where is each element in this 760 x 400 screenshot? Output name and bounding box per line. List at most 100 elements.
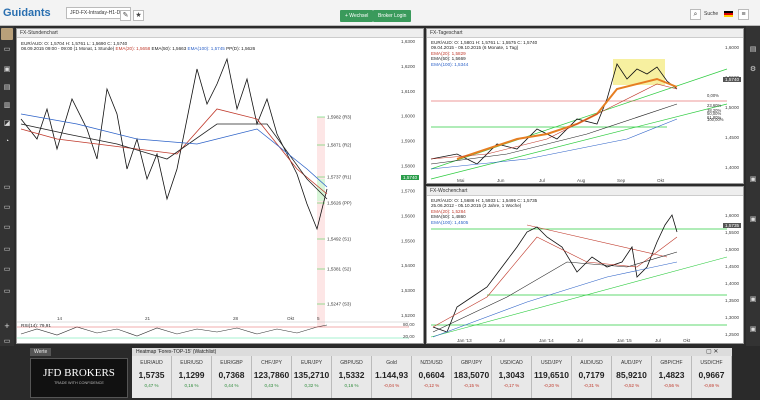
watchlist-tab[interactable]: Werte	[30, 348, 52, 356]
watchlist-item[interactable]: GBP/CHF 1,4823 -0,56 %	[652, 356, 692, 398]
window-right-2-icon[interactable]: ▣	[748, 216, 758, 224]
x-tick: 14	[57, 316, 63, 321]
watchlist-item[interactable]: EUR/USD 1,1299 0,16 %	[172, 356, 212, 398]
symbol-price: 0,7179	[578, 370, 605, 380]
ema100-line	[20, 113, 328, 188]
x-tick: Jan '13	[457, 338, 472, 343]
hourly-chart-panel: FX-Stundenchart EUR/AUD: O: 1,5704 H: 1,…	[16, 28, 424, 344]
screen-4-icon[interactable]: ▭	[2, 246, 12, 254]
watchlist-item[interactable]: EUR/AUD 1,5735 0,47 %	[132, 356, 172, 398]
jfd-banner[interactable]: JFD BROKERS TRADE WITH CONFIDENCE	[30, 358, 128, 398]
screen-3-icon[interactable]: ▭	[2, 224, 12, 232]
add-icon[interactable]: +	[2, 322, 12, 331]
y-tick: 1,5900	[401, 139, 415, 144]
search-label[interactable]: Suche	[704, 11, 718, 17]
doc-icon[interactable]: ▤	[2, 84, 12, 92]
watchlist-item[interactable]: GBP/USD 1,5332 0,16 %	[332, 356, 372, 398]
screen-icon[interactable]: ▭	[2, 184, 12, 192]
rsi-tick-80: 80,00	[403, 322, 415, 327]
heatmap-row: EUR/AUD 1,5735 0,47 % EUR/USD 1,1299 0,16 % EU…	[132, 356, 732, 398]
x-axis: Mai Jun Jul Aug Sep Okt	[457, 178, 665, 183]
y-tick: 1,3500	[725, 298, 739, 303]
watchlist-item[interactable]: USD/JPY 119,6510 -0,20 %	[532, 356, 572, 398]
symbol-name: GBP/CHF	[660, 360, 683, 366]
screen-2-icon[interactable]: ▭	[2, 204, 12, 212]
symbol-price: 119,6510	[534, 370, 569, 380]
daily-chart-panel: FX-Tageschart EUR/AUD: O: 1,5801 H: 1,57…	[426, 28, 744, 184]
add-workspace-button[interactable]: + Wechsel	[340, 10, 374, 22]
ema20-line	[20, 108, 328, 195]
price-tag: 1,5740	[723, 77, 742, 82]
window-right-4-icon[interactable]: ▣	[748, 326, 758, 334]
symbol-change: -0,15 %	[463, 383, 480, 388]
consolidation-box	[613, 59, 665, 85]
screen-5-icon[interactable]: ▭	[2, 266, 12, 274]
settings-icon[interactable]: ⚙	[748, 66, 758, 74]
x-tick: Okt	[683, 338, 691, 343]
monitor-icon[interactable]: ▭	[2, 46, 12, 54]
guidants-logo[interactable]: Guidants	[3, 7, 51, 19]
y-axis: 1,6000 1,5500 1,5000 1,4500 1,4000 1,3500 1,30…	[725, 213, 739, 337]
symbol-price: 1.144,93	[374, 370, 409, 380]
flag-de-icon[interactable]	[724, 11, 733, 17]
screen-7-icon[interactable]: ▭	[2, 338, 12, 346]
watchlist-item[interactable]: GBP/JPY 183,5070 -0,15 %	[452, 356, 492, 398]
search-icon[interactable]: ⌕	[690, 9, 701, 20]
x-tick: Jan '15	[617, 338, 632, 343]
pivot-level-label: 1,5381 (S2)	[327, 267, 351, 272]
weekly-price-chart[interactable]: 1,6000 1,5500 1,5000 1,4500 1,4000 1,3500 1,30…	[427, 187, 745, 345]
watchlist-area: Werte JFD BROKERS TRADE WITH CONFIDENCE …	[0, 346, 760, 400]
symbol-price: 1,5332	[338, 370, 365, 380]
symbol-change: -0,20 %	[543, 383, 560, 388]
symbol-price: 1,1299	[178, 370, 205, 380]
x-tick: 28	[233, 316, 239, 321]
top-toolbar: Guidants JFD-FX-Intraday-H1-D-W ✎ ★ + We…	[0, 0, 760, 26]
watchlist-item[interactable]: AUD/USD 0,7179 -0,31 %	[572, 356, 612, 398]
symbol-change: 0,32 %	[304, 383, 319, 388]
price-tag: 1,5735	[723, 223, 742, 228]
pivot-level-label: 1,5492 (S1)	[327, 237, 351, 242]
y-tick: 1,4500	[725, 135, 739, 140]
pivot-level-label: 1,5871 (R2)	[327, 143, 352, 148]
watchlist-item[interactable]: EUR/JPY 135,2710 0,32 %	[292, 356, 332, 398]
gauge-icon[interactable]: ◔	[2, 138, 12, 146]
watchlist-item[interactable]: USD/CHF 0,9667 -0,69 %	[692, 356, 732, 398]
symbol-name: EUR/AUD	[140, 360, 163, 366]
layers-icon[interactable]: ◪	[2, 120, 12, 128]
y-tick: 1,5300	[401, 288, 415, 293]
window-right-3-icon[interactable]: ▣	[748, 296, 758, 304]
x-tick: Jul	[499, 338, 505, 343]
window-icon[interactable]: ▣	[2, 66, 12, 74]
broker-login-button[interactable]: Broker Login	[373, 10, 412, 22]
watchlist-item[interactable]: AUD/JPY 85,9210 -0,52 %	[612, 356, 652, 398]
y-tick: 1,5500	[725, 230, 739, 235]
watchlist-item[interactable]: CHF/JPY 123,7860 0,43 %	[252, 356, 292, 398]
y-axis: 1,60001,55001,50001,45001,4000	[725, 45, 739, 170]
daily-price-chart[interactable]: 0,00%23,60%38,20%50,00%61,80%100,00% 1,6…	[427, 29, 745, 185]
x-tick: 5	[317, 316, 320, 321]
x-tick: Okt	[287, 316, 295, 321]
y-tick: 1,5800	[401, 164, 415, 169]
hourly-price-chart[interactable]: 1,5982 (R3) 1,5871 (R2) 1,5737 (R1) 1,5626 …	[17, 29, 425, 345]
notes-icon[interactable]: ▤	[748, 46, 758, 54]
watchlist-item[interactable]: NZD/USD 0,6604 -0,12 %	[412, 356, 452, 398]
y-tick: 1,4500	[725, 264, 739, 269]
screen-6-icon[interactable]: ▭	[2, 288, 12, 296]
y-tick: 1,5500	[401, 238, 415, 243]
trend-channel-bottom	[430, 103, 728, 180]
y-tick: 1,5400	[401, 263, 415, 268]
bars-icon[interactable]: ▥	[2, 102, 12, 110]
window-right-icon[interactable]: ▣	[748, 176, 758, 184]
price-tag: 1,5740	[401, 175, 420, 180]
watchlist-item[interactable]: Gold 1.144,93 -0,04 %	[372, 356, 412, 398]
edit-icon[interactable]: ✎	[120, 10, 131, 21]
menu-icon[interactable]: ≡	[738, 9, 749, 20]
avatar[interactable]	[1, 28, 13, 40]
watchlist-item[interactable]: EUR/GBP 0,7368 0,44 %	[212, 356, 252, 398]
y-tick: 1,5200	[401, 313, 415, 318]
fib-labels: 0,00%23,60%38,20%50,00%61,80%100,00%	[707, 93, 724, 122]
x-tick: Jul	[655, 338, 661, 343]
star-icon[interactable]: ★	[133, 10, 144, 21]
watchlist-item[interactable]: USD/CAD 1,3043 -0,17 %	[492, 356, 532, 398]
window-controls[interactable]: ▢ ✕	[706, 348, 718, 355]
